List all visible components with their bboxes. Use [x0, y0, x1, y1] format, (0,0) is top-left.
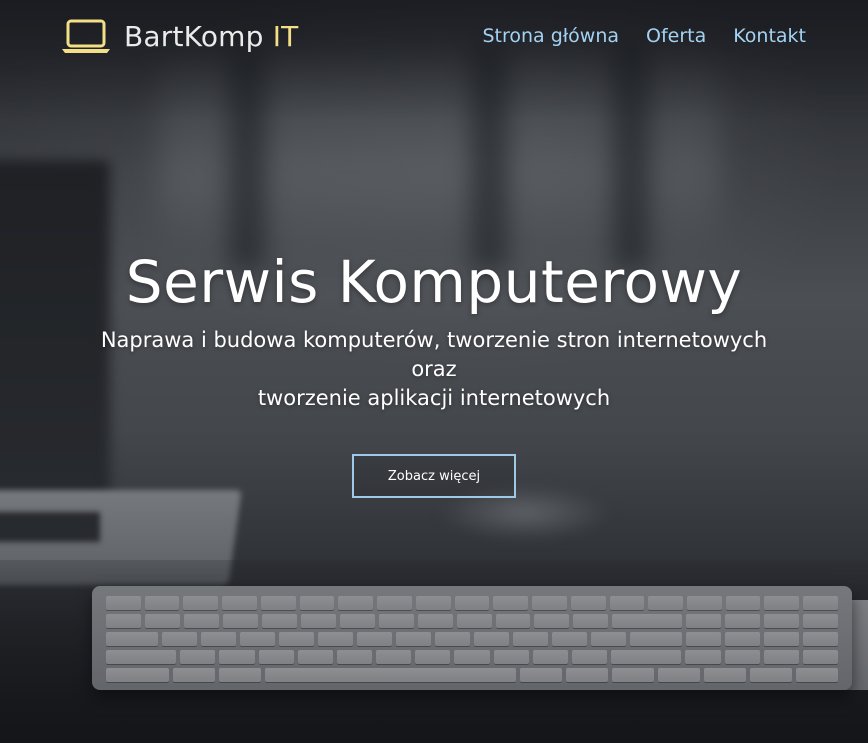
hero-subtitle: Naprawa i budowa komputerów, tworzenie s… — [24, 326, 844, 413]
nav-link-contact[interactable]: Kontakt — [733, 25, 806, 47]
brand-name-main: BartKomp — [124, 20, 264, 53]
nav-item-offer: Oferta — [646, 27, 706, 46]
laptop-icon — [62, 19, 110, 53]
brand-name: BartKomp IT — [124, 23, 298, 51]
nav-item-home: Strona główna — [482, 27, 619, 46]
landing-page: BartKomp IT Strona główna Oferta Kontakt… — [0, 0, 868, 743]
main-nav: Strona główna Oferta Kontakt — [482, 27, 806, 46]
nav-link-offer[interactable]: Oferta — [646, 25, 706, 47]
see-more-button[interactable]: Zobacz więcej — [352, 454, 516, 498]
hero-title: Serwis Komputerowy — [125, 248, 743, 316]
navbar: BartKomp IT Strona główna Oferta Kontakt — [0, 0, 868, 78]
hero-section: Serwis Komputerowy Naprawa i budowa komp… — [0, 240, 868, 413]
nav-link-home[interactable]: Strona główna — [482, 25, 619, 47]
hero-subtitle-line: tworzenie aplikacji internetowych — [257, 386, 611, 410]
hero-subtitle-line: Naprawa i budowa komputerów, tworzenie s… — [100, 328, 768, 352]
nav-item-contact: Kontakt — [733, 27, 806, 46]
hero-subtitle-line: oraz — [411, 357, 457, 381]
brand-logo-link[interactable]: BartKomp IT — [60, 18, 298, 56]
brand-name-suffix: IT — [272, 20, 299, 53]
